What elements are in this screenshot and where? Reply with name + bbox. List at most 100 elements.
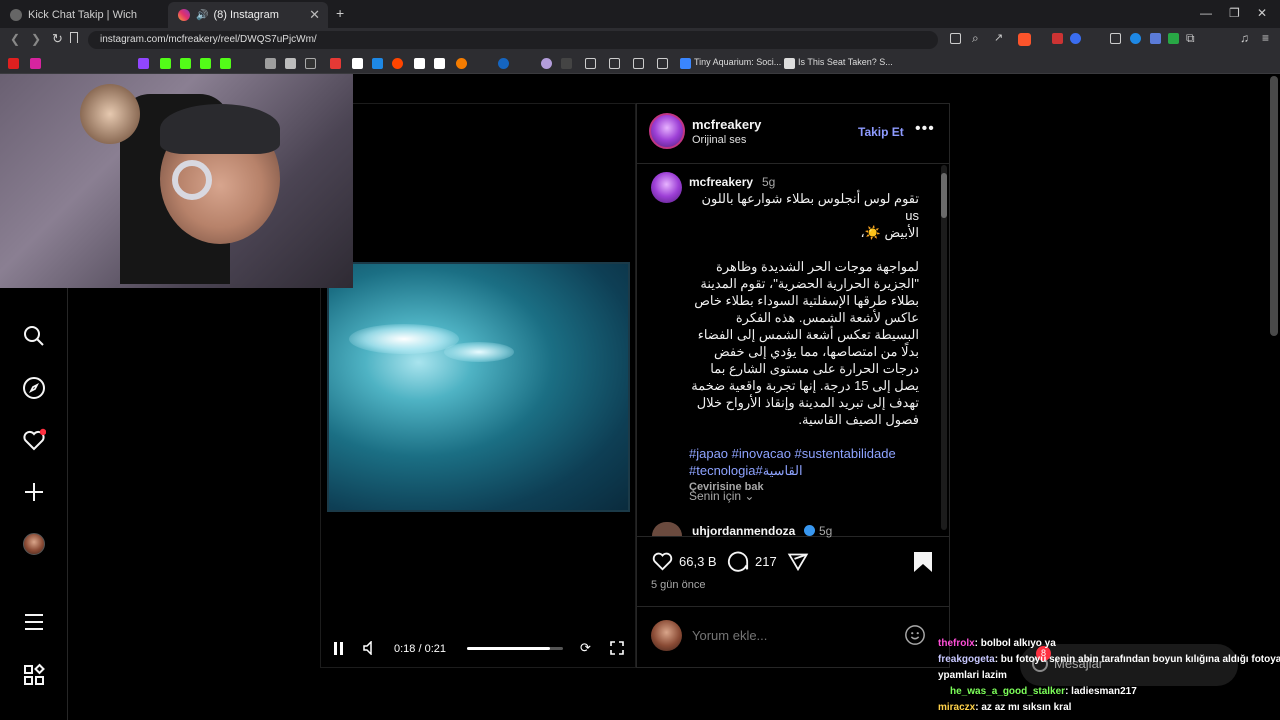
chat-message: he_was_a_good_stalker: ladiesman217	[938, 684, 1280, 700]
reload-icon[interactable]: ↻	[52, 31, 63, 47]
zoom-icon[interactable]: ⌕	[972, 31, 979, 46]
commenter-username[interactable]: uhjordanmendoza	[692, 524, 795, 538]
caption-line: تقوم لوس أنجلوس بطلاء شوارعها باللون us	[701, 191, 919, 223]
for-you-label: Senin için	[689, 489, 742, 503]
like-icon[interactable]	[651, 550, 674, 572]
comment-input[interactable]	[692, 626, 892, 644]
emoji-icon[interactable]	[904, 624, 926, 646]
caption-avatar[interactable]	[651, 172, 682, 203]
url-bar[interactable]: instagram.com/mcfreakery/reel/DWQS7uPjcW…	[88, 31, 938, 49]
bookmark-seat-taken[interactable]: Is This Seat Taken? S...	[798, 57, 893, 67]
close-tab-icon[interactable]: ✕	[309, 7, 320, 23]
install-icon[interactable]	[950, 33, 961, 44]
brave-shield-icon[interactable]	[1018, 33, 1031, 46]
caption-scrollbar[interactable]	[941, 165, 947, 530]
profile-avatar[interactable]	[23, 533, 45, 555]
hashtags[interactable]: #japao #inovacao #sustentabilidade	[689, 445, 919, 462]
globe-icon	[10, 9, 22, 21]
bookmark-icon[interactable]	[561, 58, 572, 69]
pause-icon[interactable]	[340, 642, 343, 655]
create-icon[interactable]	[22, 480, 46, 504]
reddit-icon[interactable]	[392, 58, 403, 69]
back-icon[interactable]: ❮	[10, 32, 20, 46]
tab-kick-chat[interactable]: Kick Chat Takip | Wich	[0, 2, 168, 28]
follow-button[interactable]: Takip Et	[858, 125, 904, 139]
progress-track[interactable]	[467, 647, 563, 650]
author-avatar[interactable]	[649, 113, 685, 149]
twitch-icon[interactable]	[138, 58, 149, 69]
extension-icon[interactable]	[1150, 33, 1161, 44]
folder-icon[interactable]	[609, 58, 620, 69]
music-icon[interactable]: ♫	[1240, 31, 1249, 45]
speaker-icon[interactable]: 🔊	[196, 10, 208, 21]
caption-username[interactable]: mcfreakery	[689, 175, 753, 189]
menu-icon[interactable]: ≡	[1262, 31, 1269, 45]
extension-icon[interactable]	[1110, 33, 1121, 44]
extension-icon[interactable]	[1168, 33, 1179, 44]
kick-icon[interactable]	[200, 58, 211, 69]
caption-age: 5g	[762, 175, 776, 189]
bookmark-icon[interactable]	[541, 58, 552, 69]
minimize-icon[interactable]: —	[1200, 6, 1212, 20]
search-icon[interactable]	[22, 324, 46, 348]
new-tab-button[interactable]: +	[336, 5, 344, 21]
youtube-icon[interactable]	[8, 58, 19, 69]
more-horizontal-icon[interactable]: •••	[915, 120, 935, 138]
chat-text: ypamlari lazim	[938, 670, 1007, 681]
author-username[interactable]: mcfreakery	[692, 117, 761, 132]
x-icon[interactable]	[305, 58, 316, 69]
bookmark-icon[interactable]	[372, 58, 383, 69]
pip-icon[interactable]: ⟳	[580, 640, 591, 656]
close-window-icon[interactable]: ✕	[1257, 6, 1267, 20]
for-you-dropdown[interactable]: Senin için ⌄	[689, 489, 754, 503]
extension-icon[interactable]	[1070, 33, 1081, 44]
like-count[interactable]: 66,3 B	[679, 554, 717, 569]
share-icon[interactable]: ↗	[994, 31, 1003, 44]
chat-message: ypamlari lazim	[938, 668, 1280, 684]
kick-icon[interactable]	[180, 58, 191, 69]
kick-icon[interactable]	[220, 58, 231, 69]
extension-icon[interactable]	[1130, 33, 1141, 44]
bookmarks-bar: Tiny Aquarium: Soci... Is This Seat Take…	[0, 52, 1280, 74]
folder-icon[interactable]	[633, 58, 644, 69]
extension-icon[interactable]	[1052, 33, 1063, 44]
explore-icon[interactable]	[22, 376, 46, 400]
forward-icon[interactable]: ❯	[31, 32, 41, 46]
audio-label[interactable]: Orijinal ses	[692, 134, 746, 146]
amazon-icon[interactable]	[434, 58, 445, 69]
scroll-thumb[interactable]	[941, 173, 947, 218]
save-icon[interactable]	[913, 551, 933, 573]
instagram-icon[interactable]	[30, 58, 41, 69]
bookmark-icon[interactable]	[498, 58, 509, 69]
more-menu-icon[interactable]	[22, 610, 46, 634]
comment-icon[interactable]	[727, 550, 749, 572]
hashtags[interactable]: #tecnologia#القاسية	[689, 462, 919, 479]
chat-text: : az az mı sıksın kral	[975, 702, 1072, 713]
apps-icon[interactable]	[22, 663, 46, 687]
share-icon[interactable]	[787, 551, 809, 572]
tab-instagram[interactable]: 🔊 (8) Instagram ✕	[168, 2, 328, 28]
bookmark-page-icon[interactable]	[70, 32, 78, 43]
volume-icon[interactable]	[362, 641, 376, 655]
bookmark-icon[interactable]	[414, 58, 425, 69]
page-scrollbar[interactable]	[1270, 76, 1278, 336]
chat-user: thefrolx	[938, 638, 975, 649]
fullscreen-icon[interactable]	[610, 641, 624, 655]
bookmark-icon[interactable]	[352, 58, 363, 69]
kick-icon[interactable]	[160, 58, 171, 69]
bookmark-icon[interactable]	[784, 58, 795, 69]
puzzle-icon[interactable]: ⧉	[1186, 31, 1195, 46]
bookmark-icon[interactable]	[330, 58, 341, 69]
comment-count[interactable]: 217	[755, 554, 777, 569]
bookmark-icon[interactable]	[680, 58, 691, 69]
bookmark-tiny-aquarium[interactable]: Tiny Aquarium: Soci...	[694, 57, 781, 67]
folder-icon[interactable]	[585, 58, 596, 69]
bookmark-icon[interactable]	[265, 58, 276, 69]
bookmark-icon[interactable]	[285, 58, 296, 69]
url-text: instagram.com/mcfreakery/reel/DWQS7uPjcW…	[100, 34, 317, 45]
maximize-icon[interactable]: ❐	[1229, 6, 1240, 20]
heart-icon[interactable]	[22, 428, 46, 452]
folder-icon[interactable]	[657, 58, 668, 69]
chat-text: : bolbol alkıyo ya	[974, 638, 1056, 649]
bookmark-icon[interactable]	[456, 58, 467, 69]
